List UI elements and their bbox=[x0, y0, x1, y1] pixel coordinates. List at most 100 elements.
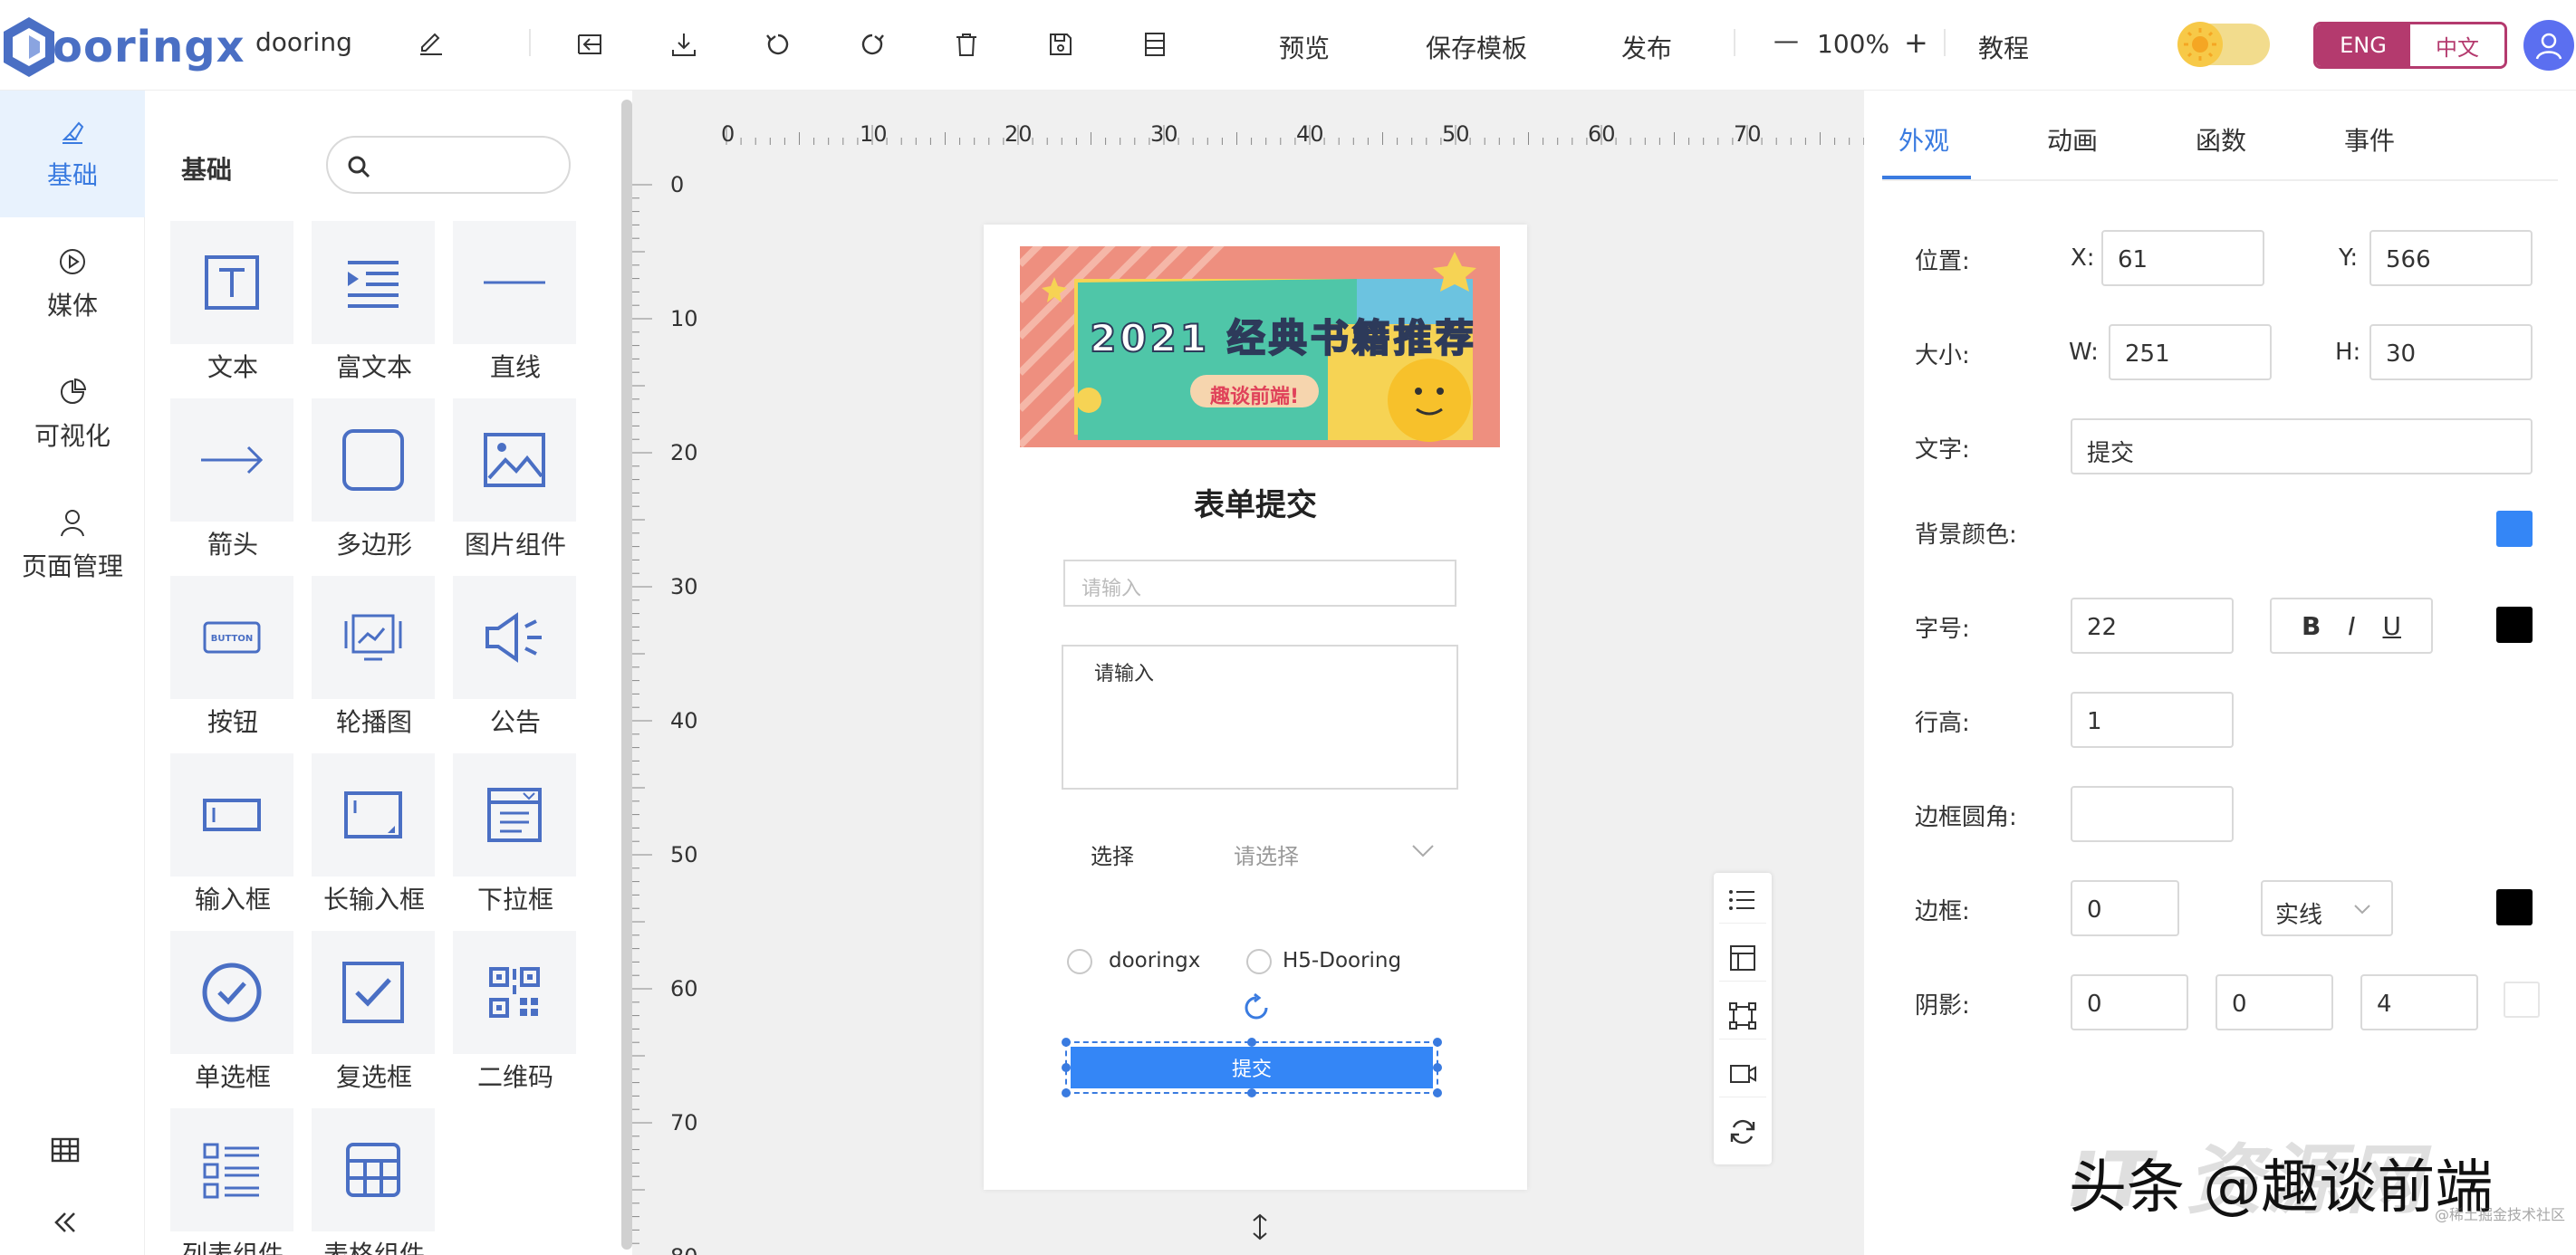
toolbar-divider bbox=[529, 29, 531, 56]
resize-handle[interactable] bbox=[1433, 1038, 1442, 1047]
x-input[interactable]: 61 bbox=[2101, 230, 2264, 286]
radio-option-dooringx[interactable] bbox=[1067, 949, 1092, 974]
tab-appearance[interactable]: 外观 bbox=[1898, 121, 1949, 158]
preview-button[interactable]: 预览 bbox=[1279, 29, 1330, 65]
border-width-input[interactable]: 0 bbox=[2071, 880, 2179, 936]
border-style-select[interactable]: 实线 bbox=[2261, 880, 2393, 936]
component-button[interactable]: BUTTON 按钮 bbox=[170, 576, 295, 753]
ruler-label: 30 bbox=[1150, 121, 1178, 147]
bg-color-swatch[interactable] bbox=[2496, 511, 2533, 547]
shadow-color-swatch[interactable] bbox=[2504, 982, 2540, 1018]
bold-button[interactable]: B bbox=[2302, 611, 2321, 641]
component-radio[interactable]: 单选框 bbox=[170, 931, 295, 1108]
border-color-swatch[interactable] bbox=[2496, 889, 2533, 925]
radio-option-h5-dooring[interactable] bbox=[1246, 949, 1272, 974]
component-announcement[interactable]: 公告 bbox=[453, 576, 578, 753]
nav-item-basic[interactable]: 基础 bbox=[0, 91, 145, 217]
page-canvas[interactable]: 2021 经典书籍推荐 趣谈前端! 表单提交 请输入 请输入 选择 请选择 do… bbox=[984, 225, 1527, 1190]
save-icon[interactable] bbox=[1043, 27, 1078, 62]
shadow-y-input[interactable]: 0 bbox=[2216, 974, 2333, 1030]
video-icon[interactable] bbox=[1719, 1050, 1766, 1097]
chevron-down-icon[interactable] bbox=[1409, 840, 1437, 862]
textarea-input[interactable]: 请输入 bbox=[1062, 645, 1458, 790]
component-dropdown[interactable]: 下拉框 bbox=[453, 753, 578, 931]
ruler-label: 40 bbox=[1296, 121, 1324, 147]
component-table[interactable]: 表格组件 bbox=[312, 1108, 437, 1255]
lang-zh-option[interactable]: 中文 bbox=[2410, 24, 2504, 66]
import-icon[interactable] bbox=[572, 27, 607, 62]
floating-toolbar bbox=[1714, 873, 1772, 1164]
select-dropdown[interactable]: 请选择 bbox=[1234, 838, 1299, 870]
width-input[interactable]: 251 bbox=[2109, 324, 2272, 380]
tab-event[interactable]: 事件 bbox=[2344, 121, 2395, 158]
component-list[interactable]: 列表组件 bbox=[170, 1108, 295, 1255]
border-radius-input[interactable] bbox=[2071, 786, 2234, 842]
submit-button[interactable]: 提交 bbox=[1071, 1047, 1433, 1088]
resize-handle[interactable] bbox=[1247, 1088, 1256, 1097]
tab-animation[interactable]: 动画 bbox=[2047, 121, 2098, 158]
resize-handle[interactable] bbox=[1062, 1088, 1071, 1097]
component-rich-text[interactable]: 富文本 bbox=[312, 221, 437, 398]
component-qrcode[interactable]: 二维码 bbox=[453, 931, 578, 1108]
redo-icon[interactable] bbox=[855, 27, 889, 62]
resize-handle[interactable] bbox=[1433, 1063, 1442, 1072]
shadow-x-input[interactable]: 0 bbox=[2071, 974, 2188, 1030]
line-height-input[interactable]: 1 bbox=[2071, 692, 2234, 748]
shadow-blur-input[interactable]: 4 bbox=[2360, 974, 2478, 1030]
form-title[interactable]: 表单提交 bbox=[984, 480, 1527, 524]
undo-icon[interactable] bbox=[761, 27, 795, 62]
component-search-input[interactable] bbox=[326, 136, 571, 194]
italic-button[interactable]: I bbox=[2348, 611, 2355, 641]
text-input[interactable]: 请输入 bbox=[1063, 560, 1456, 607]
height-input[interactable]: 30 bbox=[2369, 324, 2533, 380]
template-list-icon[interactable] bbox=[1138, 27, 1172, 62]
tutorial-link[interactable]: 教程 bbox=[1978, 29, 2029, 65]
component-input[interactable]: 输入框 bbox=[170, 753, 295, 931]
component-arrow[interactable]: 箭头 bbox=[170, 398, 295, 576]
resize-handle[interactable] bbox=[1062, 1063, 1071, 1072]
nav-item-label: 媒体 bbox=[46, 291, 98, 321]
component-carousel[interactable]: 轮播图 bbox=[312, 576, 437, 753]
font-color-swatch[interactable] bbox=[2496, 607, 2533, 643]
resize-handle[interactable] bbox=[1062, 1038, 1071, 1047]
grid-layout-icon[interactable] bbox=[47, 1132, 83, 1168]
layout-icon[interactable] bbox=[1719, 934, 1766, 982]
font-size-input[interactable]: 22 bbox=[2071, 598, 2234, 654]
save-template-button[interactable]: 保存模板 bbox=[1426, 29, 1527, 65]
layer-list-icon[interactable] bbox=[1719, 877, 1766, 924]
tab-function[interactable]: 函数 bbox=[2196, 121, 2246, 158]
transform-icon[interactable] bbox=[1719, 992, 1766, 1039]
lang-en-option[interactable]: ENG bbox=[2316, 24, 2410, 66]
refresh-icon[interactable] bbox=[1719, 1108, 1766, 1155]
logo[interactable]: ooringx bbox=[0, 13, 245, 81]
delete-icon[interactable] bbox=[949, 27, 984, 62]
banner-image[interactable]: 2021 经典书籍推荐 趣谈前端! bbox=[1020, 246, 1500, 447]
language-switch[interactable]: ENG 中文 bbox=[2313, 22, 2507, 69]
canvas-resize-icon[interactable] bbox=[1246, 1213, 1274, 1241]
nav-item-visualization[interactable]: 可视化 bbox=[0, 351, 145, 478]
zoom-in-button[interactable]: + bbox=[1904, 25, 1928, 60]
panel-scrollbar[interactable] bbox=[621, 100, 632, 1250]
image-icon bbox=[484, 433, 545, 487]
download-icon[interactable] bbox=[667, 27, 701, 62]
component-checkbox[interactable]: 复选框 bbox=[312, 931, 437, 1108]
component-textarea[interactable]: 长输入框 bbox=[312, 753, 437, 931]
nav-item-media[interactable]: 媒体 bbox=[0, 221, 145, 348]
selected-element-frame[interactable]: 提交 bbox=[1062, 1038, 1442, 1097]
publish-button[interactable]: 发布 bbox=[1621, 29, 1672, 65]
component-polygon[interactable]: 多边形 bbox=[312, 398, 437, 576]
avatar[interactable] bbox=[2523, 20, 2574, 71]
resize-handle[interactable] bbox=[1433, 1088, 1442, 1097]
collapse-icon[interactable] bbox=[47, 1204, 83, 1241]
edit-icon[interactable] bbox=[417, 29, 446, 58]
component-text[interactable]: 文本 bbox=[170, 221, 295, 398]
zoom-out-button[interactable]: — bbox=[1773, 25, 1799, 55]
y-input[interactable]: 566 bbox=[2369, 230, 2533, 286]
nav-item-page-manage[interactable]: 页面管理 bbox=[0, 482, 145, 608]
component-line[interactable]: 直线 bbox=[453, 221, 578, 398]
component-image[interactable]: 图片组件 bbox=[453, 398, 578, 576]
theme-toggle[interactable] bbox=[2177, 22, 2270, 67]
resize-handle[interactable] bbox=[1247, 1038, 1256, 1047]
underline-button[interactable]: U bbox=[2382, 611, 2401, 641]
text-value-input[interactable]: 提交 bbox=[2071, 418, 2533, 474]
